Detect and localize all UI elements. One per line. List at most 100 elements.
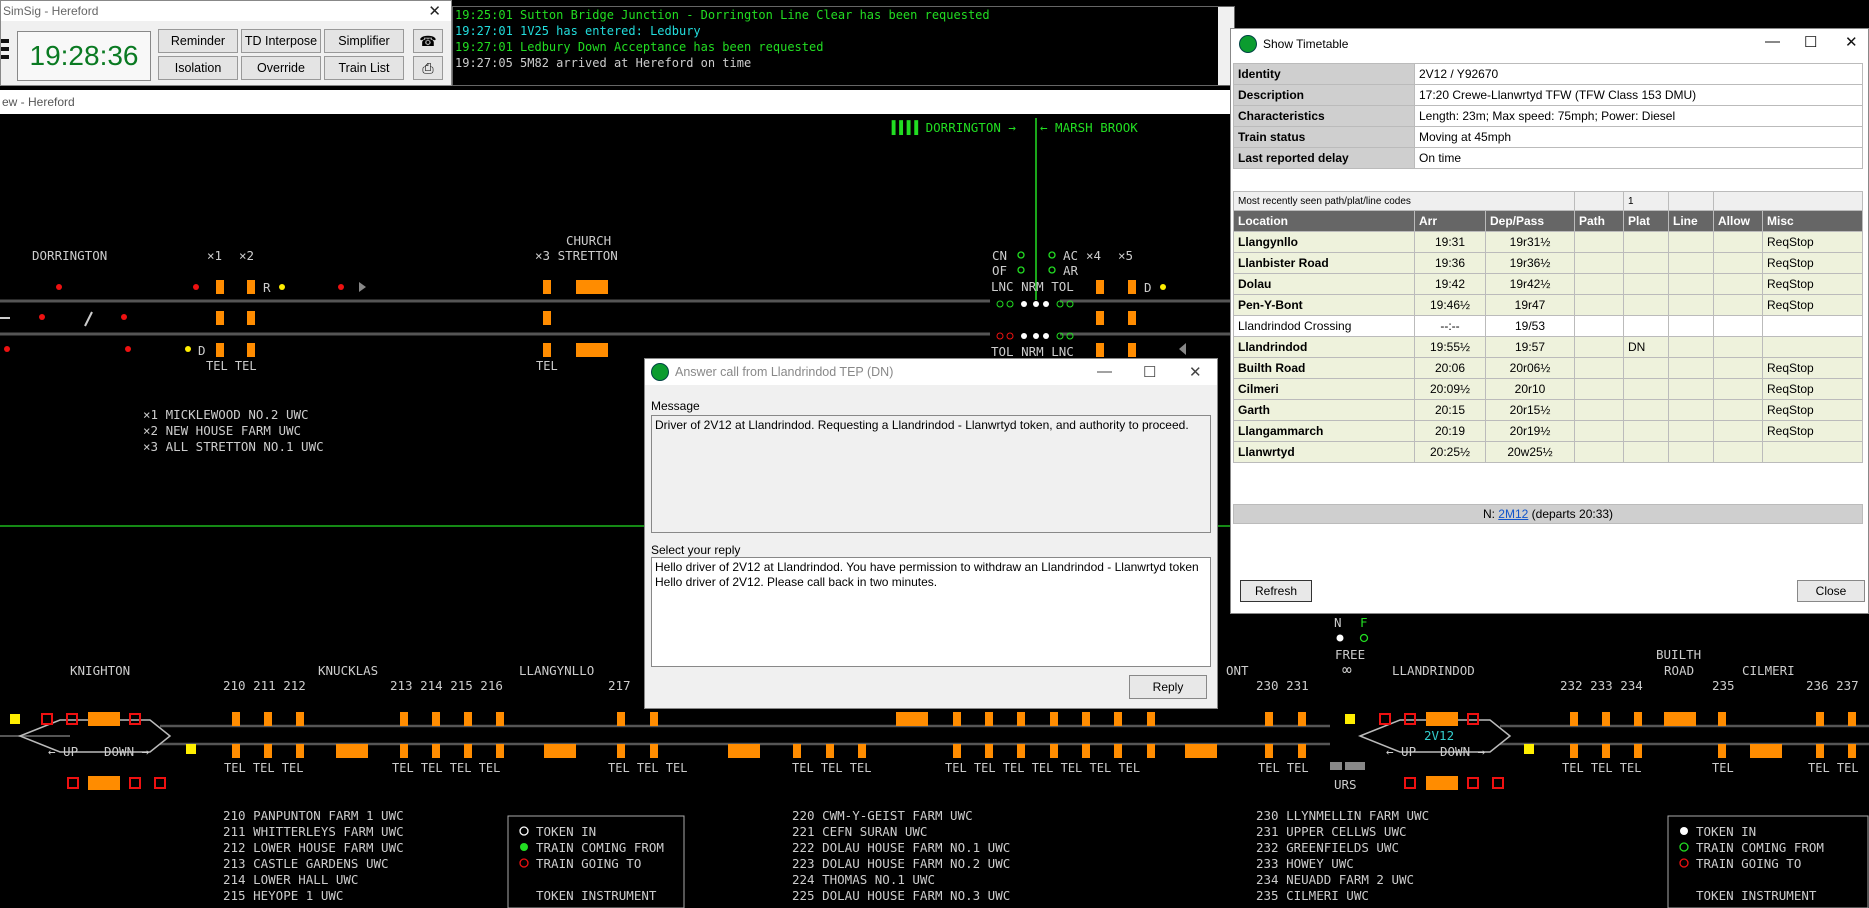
- cell-plat: [1623, 315, 1669, 337]
- reminder-button[interactable]: Reminder: [158, 29, 238, 53]
- cell-line: [1668, 252, 1714, 274]
- close-icon[interactable]: ✕: [1845, 33, 1858, 51]
- isolation-button[interactable]: Isolation: [158, 56, 238, 80]
- legend-item: 230 LLYNMELLIN FARM UWC: [1256, 808, 1430, 823]
- col-line[interactable]: Line: [1668, 210, 1714, 232]
- label-n: N: [1334, 615, 1342, 630]
- cell-plat: [1623, 420, 1669, 442]
- timetable-row[interactable]: Llanwrtyd 20:25½ 20w25½: [1233, 441, 1863, 463]
- legend-item: 232 GREENFIELDS UWC: [1256, 840, 1399, 855]
- timetable-row[interactable]: Pen-Y-Bont 19:46½ 19r47 ReqStop: [1233, 294, 1863, 316]
- info-row: Last reported delay On time: [1233, 147, 1863, 169]
- cell-allow: [1713, 273, 1763, 295]
- timetable-row[interactable]: Cilmeri 20:09½ 20r10 ReqStop: [1233, 378, 1863, 400]
- cell-allow: [1713, 336, 1763, 358]
- timetable-row[interactable]: Dolau 19:42 19r42½ ReqStop: [1233, 273, 1863, 295]
- recent-plat: 1: [1623, 191, 1669, 211]
- message-line: 19:27:01 1V25 has entered: Ledbury: [455, 24, 701, 38]
- simplifier-button[interactable]: Simplifier: [324, 29, 404, 53]
- info-row: Description 17:20 Crewe-Llanwrtyd TFW (TF…: [1233, 84, 1863, 106]
- cell-plat: [1623, 399, 1669, 421]
- timetable-row[interactable]: Llanbister Road 19:36 19r36½ ReqStop: [1233, 252, 1863, 274]
- cell-dep: 19:57: [1485, 336, 1575, 358]
- station-church: CHURCH: [566, 233, 612, 248]
- dialog-titlebar[interactable]: Answer call from Llandrindod TEP (DN): [645, 359, 1217, 385]
- printer-icon[interactable]: ⎙: [413, 56, 443, 80]
- phone-icon[interactable]: ☎: [413, 29, 443, 53]
- cell-misc: ReqStop: [1762, 420, 1863, 442]
- train-list-button[interactable]: Train List: [324, 56, 404, 80]
- cell-loc: Llangammarch: [1233, 420, 1415, 442]
- cell-dep: 19r36½: [1485, 252, 1575, 274]
- tel-label: TEL: [1712, 761, 1734, 775]
- cell-plat: [1623, 357, 1669, 379]
- next-train-link[interactable]: 2M12: [1498, 507, 1528, 521]
- reply-list[interactable]: Hello driver of 2V12 at Llandrindod. You…: [651, 557, 1211, 667]
- col-dep-pass[interactable]: Dep/Pass: [1485, 210, 1575, 232]
- cell-path: [1574, 399, 1624, 421]
- maximize-icon[interactable]: ☐: [1804, 33, 1817, 51]
- minimize-icon[interactable]: —: [1097, 363, 1112, 380]
- info-row: Characteristics Length: 23m; Max speed: 7…: [1233, 105, 1863, 127]
- reply-button[interactable]: Reply: [1129, 675, 1207, 699]
- message-line: 19:27:05 5M82 arrived at Hereford on tim…: [455, 56, 752, 70]
- cell-plat: [1623, 273, 1669, 295]
- td-interpose-button[interactable]: TD Interpose: [241, 29, 321, 53]
- cell-path: [1574, 357, 1624, 379]
- dorrington-exit-label: ▐▐▐▐ DORRINGTON →: [888, 120, 1016, 135]
- override-button[interactable]: Override: [241, 56, 321, 80]
- cell-misc: ReqStop: [1762, 357, 1863, 379]
- legend-item: 220 CWM-Y-GEIST FARM UWC: [792, 808, 973, 823]
- sim-clock[interactable]: 19:28:36: [17, 31, 151, 81]
- next-prefix: N:: [1482, 507, 1499, 521]
- cell-plat: [1623, 378, 1669, 400]
- up-line-label: ← UP: [48, 744, 79, 759]
- cell-path: [1574, 252, 1624, 274]
- close-icon[interactable]: ✕: [1189, 363, 1202, 381]
- cell-dep: 19r31½: [1485, 231, 1575, 253]
- cell-allow: [1713, 357, 1763, 379]
- cell-arr: 20:09½: [1414, 378, 1486, 400]
- col-location[interactable]: Location: [1233, 210, 1415, 232]
- label-ar: AR: [1063, 263, 1079, 278]
- cell-loc: Llandrindod: [1233, 336, 1415, 358]
- recent-codes-label: Most recently seen path/plat/line codes: [1233, 191, 1575, 211]
- message-log[interactable]: 19:25:01 Sutton Bridge Junction - Dorrin…: [452, 6, 1235, 86]
- menu-grip-icon[interactable]: [1, 39, 9, 69]
- timetable-row[interactable]: Llandrindod 19:55½ 19:57 DN: [1233, 336, 1863, 358]
- cell-arr: 19:42: [1414, 273, 1486, 295]
- legend-item: 212 LOWER HOUSE FARM UWC: [223, 840, 404, 855]
- clock-window-titlebar[interactable]: SimSig - Hereford: [1, 1, 451, 21]
- reply-option[interactable]: Hello driver of 2V12 at Llandrindod. You…: [655, 560, 1207, 575]
- timetable-row[interactable]: Garth 20:15 20r15½ ReqStop: [1233, 399, 1863, 421]
- timetable-row[interactable]: Llangynllo 19:31 19r31½ ReqStop: [1233, 231, 1863, 253]
- refresh-button[interactable]: Refresh: [1240, 580, 1312, 602]
- maximize-icon[interactable]: ☐: [1143, 363, 1156, 381]
- cell-loc: Llanwrtyd: [1233, 441, 1415, 463]
- timetable-window: Show Timetable — ☐ ✕ Identity 2V12 / Y926…: [1230, 28, 1869, 614]
- timetable-row[interactable]: Llangammarch 20:19 20r19½ ReqStop: [1233, 420, 1863, 442]
- station-stretton: ×3 STRETTON: [535, 248, 618, 263]
- train-info-table: Identity 2V12 / Y92670 Description 17:20 C…: [1233, 63, 1863, 169]
- cell-allow: [1713, 420, 1763, 442]
- timetable-row[interactable]: Builth Road 20:06 20r06½ ReqStop: [1233, 357, 1863, 379]
- reply-option[interactable]: Hello driver of 2V12. Please call back i…: [655, 575, 1207, 590]
- sim-window-titlebar[interactable]: ew - Hereford: [0, 90, 1235, 114]
- col-misc[interactable]: Misc: [1762, 210, 1863, 232]
- col-plat[interactable]: Plat: [1623, 210, 1669, 232]
- minimize-icon[interactable]: —: [1765, 33, 1780, 50]
- cell-line: [1668, 420, 1714, 442]
- col-arr[interactable]: Arr: [1414, 210, 1486, 232]
- timetable-row[interactable]: Llandrindod Crossing --:-- 19/53: [1233, 315, 1863, 337]
- cell-misc: ReqStop: [1762, 231, 1863, 253]
- label-d-right: D: [1144, 280, 1152, 295]
- close-button[interactable]: Close: [1797, 580, 1865, 602]
- close-icon[interactable]: ✕: [428, 2, 441, 20]
- col-path[interactable]: Path: [1574, 210, 1624, 232]
- train-description-2v12[interactable]: 2V12: [1424, 728, 1454, 743]
- col-allow[interactable]: Allow: [1713, 210, 1763, 232]
- cell-plat: [1623, 294, 1669, 316]
- crossing-numbers: 230 231: [1256, 678, 1309, 693]
- legend-item: 224 THOMAS NO.1 UWC: [792, 872, 935, 887]
- crossing-x2: ×2: [239, 248, 255, 263]
